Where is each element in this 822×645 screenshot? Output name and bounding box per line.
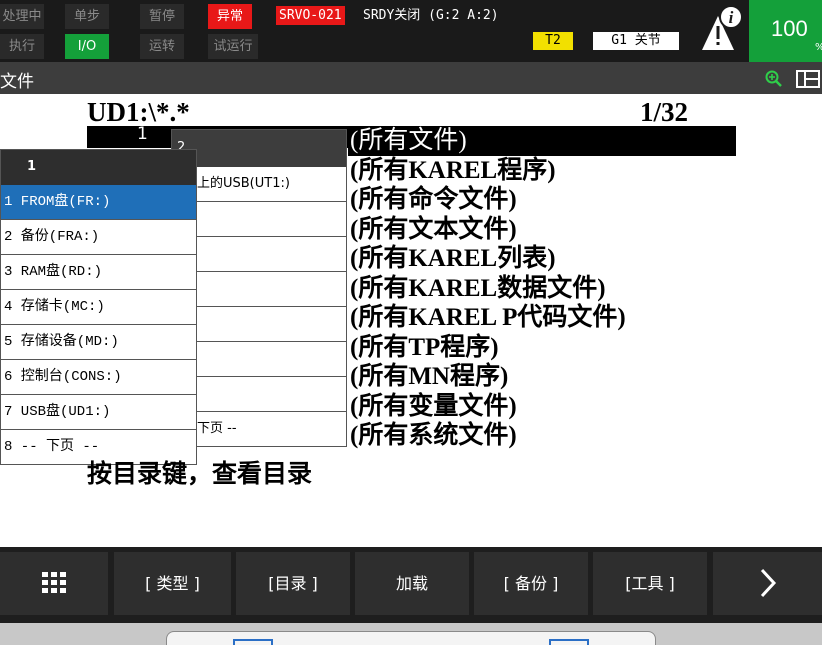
bottom-tab[interactable] <box>166 631 656 645</box>
indicator-test-cycle: 试运行 <box>208 34 258 59</box>
warning-info-icon[interactable]: i <box>700 4 746 54</box>
file-type-item[interactable]: (所有变量文件) <box>348 392 736 422</box>
device-item-fra[interactable]: 2 备份(FRA:) <box>1 220 196 255</box>
hint-text: 按目录键，查看目录 <box>87 461 313 488</box>
indicator-step: 单步 <box>65 4 109 29</box>
device-item-fr[interactable]: 1 FROM盘(FR:) <box>1 185 196 220</box>
file-type-item[interactable]: (所有文本文件) <box>348 215 736 245</box>
file-type-item[interactable]: (所有文件) <box>348 126 736 156</box>
device-item-cons[interactable]: 6 控制台(CONS:) <box>1 360 196 395</box>
file-type-item[interactable]: (所有系统文件) <box>348 421 736 451</box>
device-submenu-item[interactable]: 下页 -- <box>172 412 346 447</box>
svg-text:i: i <box>729 8 734 27</box>
device-submenu-item[interactable] <box>172 272 346 307</box>
cursor-row-number: 1 <box>137 124 148 144</box>
file-type-item[interactable]: (所有KAREL程序) <box>348 156 736 186</box>
device-submenu-item[interactable] <box>172 237 346 272</box>
f3-load-button[interactable]: 加载 <box>355 552 469 615</box>
file-type-item[interactable]: (所有KAREL P代码文件) <box>348 303 736 333</box>
device-submenu-header: 2 <box>172 130 346 167</box>
motion-badge: G1 关节 <box>593 32 679 50</box>
override-speed[interactable]: 100 % <box>749 0 822 62</box>
title-bar: 文件 <box>0 62 822 94</box>
indicator-busy: 处理中 <box>0 4 44 29</box>
device-item-md[interactable]: 5 存储设备(MD:) <box>1 325 196 360</box>
window-icon <box>233 639 273 645</box>
indicator-io: I/O <box>65 34 109 59</box>
grid-menu-icon <box>42 572 66 593</box>
device-submenu-item[interactable] <box>172 202 346 237</box>
indicator-fault: 异常 <box>208 4 252 29</box>
chevron-right-icon <box>760 568 776 598</box>
indicator-run: 执行 <box>0 34 44 59</box>
device-item-ud1[interactable]: 7 USB盘(UD1:) <box>1 395 196 430</box>
mode-badge: T2 <box>533 32 573 50</box>
file-type-item[interactable]: (所有KAREL列表) <box>348 244 736 274</box>
alarm-code[interactable]: SRVO-021 <box>276 6 345 25</box>
file-screen: UD1:\*.* 1/32 1 (所有文件) (所有KAREL程序) (所有命令… <box>0 94 822 547</box>
override-unit: % <box>815 42 822 53</box>
file-type-list: (所有文件) (所有KAREL程序) (所有命令文件) (所有文本文件) (所有… <box>348 126 736 451</box>
file-type-item[interactable]: (所有TP程序) <box>348 333 736 363</box>
indicator-hold: 暂停 <box>140 4 184 29</box>
file-type-item[interactable]: (所有KAREL数据文件) <box>348 274 736 304</box>
layout-icon[interactable] <box>796 70 820 92</box>
zoom-in-icon[interactable] <box>765 70 783 92</box>
device-submenu-item[interactable] <box>172 342 346 377</box>
device-submenu-item[interactable] <box>172 307 346 342</box>
file-type-item[interactable]: (所有命令文件) <box>348 185 736 215</box>
f4-backup-button[interactable]: [ 备份 ] <box>474 552 588 615</box>
indicator-prod: 运转 <box>140 34 184 59</box>
function-key-bar: [ 类型 ] [目录 ] 加载 [ 备份 ] [工具 ] <box>0 547 822 623</box>
f1-type-button[interactable]: [ 类型 ] <box>114 552 231 615</box>
page-count: 1/32 <box>640 97 689 127</box>
device-popup: 1 1 FROM盘(FR:) 2 备份(FRA:) 3 RAM盘(RD:) 4 … <box>0 149 197 465</box>
f5-utility-button[interactable]: [工具 ] <box>593 552 707 615</box>
file-type-item[interactable]: (所有MN程序) <box>348 362 736 392</box>
device-item-rd[interactable]: 3 RAM盘(RD:) <box>1 255 196 290</box>
device-popup-header: 1 <box>1 150 196 185</box>
device-submenu-item[interactable]: 上的USB(UT1:) <box>172 167 346 202</box>
device-submenu-item[interactable] <box>172 377 346 412</box>
device-item-mc[interactable]: 4 存储卡(MC:) <box>1 290 196 325</box>
device-submenu: 2 上的USB(UT1:) 下页 -- <box>171 129 347 447</box>
screen-title: 文件 <box>0 72 34 92</box>
alarm-message[interactable]: SRDY关闭 (G:2 A:2) <box>363 6 499 25</box>
bottom-panel <box>0 623 822 645</box>
status-bar: 处理中 单步 暂停 异常 执行 I/O 运转 试运行 SRVO-021 SRDY… <box>0 0 822 62</box>
next-button[interactable] <box>713 552 822 615</box>
f2-directory-button[interactable]: [目录 ] <box>236 552 350 615</box>
override-value: 100 <box>771 16 808 41</box>
menu-button[interactable] <box>0 552 108 615</box>
window-icon <box>549 639 589 645</box>
